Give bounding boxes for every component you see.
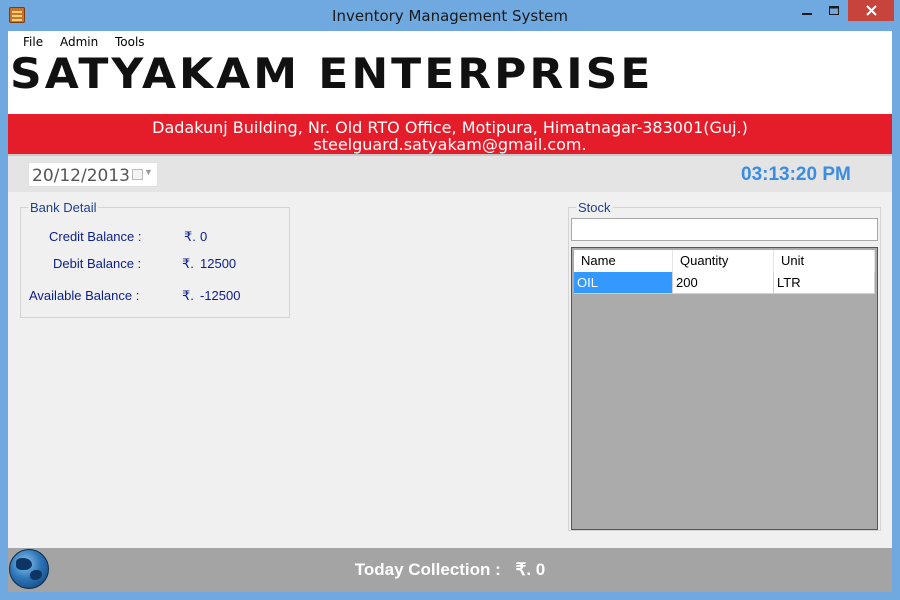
company-banner: SATYAKAM ENTERPRISE — [8, 54, 892, 114]
debit-currency: ₹. — [182, 256, 194, 271]
column-header-unit[interactable]: Unit — [774, 250, 875, 272]
stock-title: Stock — [576, 200, 613, 215]
main-form: File Admin Tools SATYAKAM ENTERPRISE Dad… — [8, 31, 892, 592]
maximize-icon — [829, 6, 839, 15]
window-title: Inventory Management System — [332, 7, 568, 25]
date-value: 20/12/2013 — [32, 166, 130, 186]
menu-tools[interactable]: Tools — [115, 35, 145, 49]
app-window: Inventory Management System File Admin T… — [0, 0, 900, 600]
date-checkbox[interactable] — [132, 169, 143, 180]
available-balance-value: -12500 — [200, 288, 241, 303]
date-bar: 20/12/2013 ▼ 03:13:20 PM — [8, 154, 892, 192]
bank-detail-title: Bank Detail — [28, 200, 99, 215]
stock-grid[interactable]: Name Quantity Unit OIL 200 LTR — [571, 247, 878, 530]
stock-search-input[interactable] — [571, 218, 878, 241]
company-email: steelguard.satyakam@gmail.com. — [313, 135, 587, 154]
close-button[interactable] — [848, 0, 894, 21]
bank-detail-group: Bank Detail Credit Balance : ₹. 0 Debit … — [20, 200, 290, 318]
chevron-down-icon[interactable]: ▼ — [144, 167, 153, 177]
today-collection: Today Collection : ₹. 0 — [8, 560, 892, 580]
column-header-name[interactable]: Name — [574, 250, 673, 272]
company-name: SATYAKAM ENTERPRISE — [10, 54, 654, 99]
debit-balance-label: Debit Balance : — [53, 256, 142, 271]
cell-name[interactable]: OIL — [574, 272, 673, 294]
credit-currency: ₹. — [184, 229, 196, 244]
stock-group: Stock Name Quantity Unit OIL 200 LTR — [568, 200, 881, 531]
close-icon — [865, 5, 877, 16]
available-currency: ₹. — [182, 288, 194, 303]
today-collection-value: ₹. 0 — [515, 560, 546, 579]
stock-grid-header: Name Quantity Unit — [574, 250, 875, 272]
maximize-button[interactable] — [821, 0, 847, 21]
menu-file[interactable]: File — [23, 35, 43, 49]
credit-balance-value: 0 — [200, 229, 208, 244]
credit-balance-label: Credit Balance : — [49, 229, 142, 244]
date-picker[interactable]: 20/12/2013 ▼ — [28, 162, 158, 187]
available-balance-label: Available Balance : — [29, 288, 140, 303]
status-bar: Today Collection : ₹. 0 — [8, 548, 892, 592]
minimize-button[interactable] — [793, 0, 821, 21]
address-strip: Dadakunj Building, Nr. Old RTO Office, M… — [8, 114, 892, 154]
today-collection-label: Today Collection : — [354, 560, 501, 579]
table-row[interactable]: OIL 200 LTR — [574, 272, 875, 294]
column-header-quantity[interactable]: Quantity — [673, 250, 774, 272]
menu-admin[interactable]: Admin — [60, 35, 98, 49]
clock-display: 03:13:20 PM — [741, 164, 851, 185]
title-bar[interactable]: Inventory Management System — [0, 0, 900, 31]
minimize-icon — [802, 13, 812, 15]
menu-bar: File Admin Tools — [8, 31, 892, 54]
cell-unit[interactable]: LTR — [774, 272, 875, 294]
debit-balance-value: 12500 — [200, 256, 237, 271]
cell-quantity[interactable]: 200 — [673, 272, 774, 294]
